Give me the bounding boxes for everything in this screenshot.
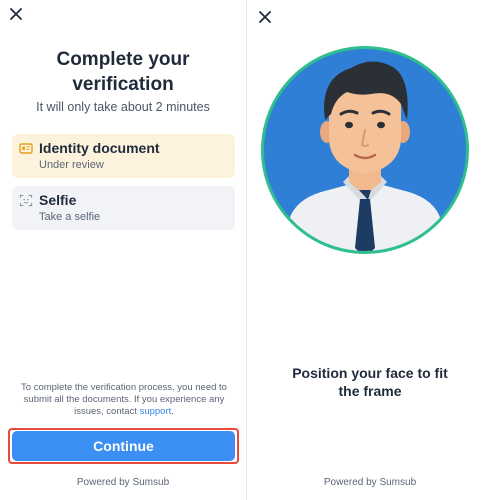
close-button[interactable] xyxy=(6,4,26,24)
verification-screen: Complete your verification It will only … xyxy=(0,0,246,500)
step-title: Identity document xyxy=(39,140,160,156)
step-identity-document[interactable]: Identity document Under review xyxy=(12,134,235,178)
step-selfie[interactable]: Selfie Take a selfie xyxy=(12,186,235,230)
notice-end: . xyxy=(171,406,174,417)
close-icon xyxy=(10,8,22,20)
powered-by-footer: Powered by Sumsub xyxy=(76,477,170,488)
page-title: Complete your verification xyxy=(0,47,246,97)
close-icon xyxy=(259,11,271,23)
powered-by-footer: Powered by Sumsub xyxy=(323,477,417,488)
close-button[interactable] xyxy=(255,7,275,27)
notice-text: To complete the verification process, yo… xyxy=(21,382,227,417)
avatar-illustration xyxy=(261,46,469,254)
selfie-instruction: Position your face to fit the frame xyxy=(247,364,493,400)
step-status: Take a selfie xyxy=(39,211,101,223)
id-card-icon xyxy=(19,143,33,154)
step-title: Selfie xyxy=(39,192,77,208)
continue-button[interactable]: Continue xyxy=(12,431,235,461)
selfie-screen: Position your face to fit the frame Powe… xyxy=(247,0,493,500)
page-title-line1: Complete your xyxy=(56,49,190,70)
completion-notice: To complete the verification process, yo… xyxy=(14,382,234,418)
step-status: Under review xyxy=(39,159,104,171)
page-title-line2: verification xyxy=(72,74,174,95)
page-subtitle: It will only take about 2 minutes xyxy=(36,100,210,114)
instruction-line1: Position your face to fit xyxy=(292,365,448,381)
support-link[interactable]: support xyxy=(140,406,172,417)
face-scan-icon xyxy=(19,194,33,207)
instruction-line2: the frame xyxy=(338,383,402,399)
